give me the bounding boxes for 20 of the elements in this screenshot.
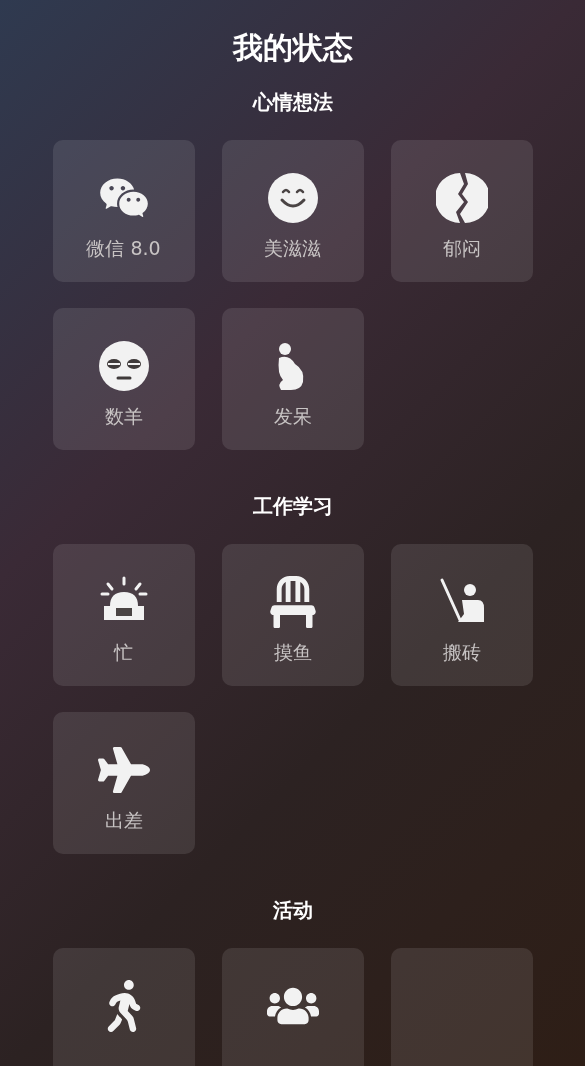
smiling-face-icon [266,172,319,224]
status-tile[interactable] [221,948,364,1066]
status-tile[interactable] [390,948,533,1066]
status-tile[interactable]: 微信 8.0 [52,140,195,282]
section-heading: 活动 [272,897,313,924]
status-tile[interactable]: 数羊 [52,308,195,450]
status-tile[interactable]: 郁闷 [390,140,533,282]
status-tile[interactable]: 美滋滋 [221,140,364,282]
status-tile[interactable]: 出差 [52,712,195,854]
airplane-icon [97,744,150,796]
status-tile[interactable]: 发呆 [221,308,364,450]
page-title: 我的状态 [232,29,353,67]
sleepy-face-icon [97,340,150,392]
status-tile[interactable]: 搬砖 [390,544,533,686]
status-tile[interactable] [52,948,195,1066]
section-heading: 心情想法 [252,89,333,116]
split-face-icon [435,172,488,224]
status-tile[interactable]: 忙 [52,544,195,686]
status-tile[interactable]: 摸鱼 [221,544,364,686]
section-heading: 工作学习 [252,493,333,520]
